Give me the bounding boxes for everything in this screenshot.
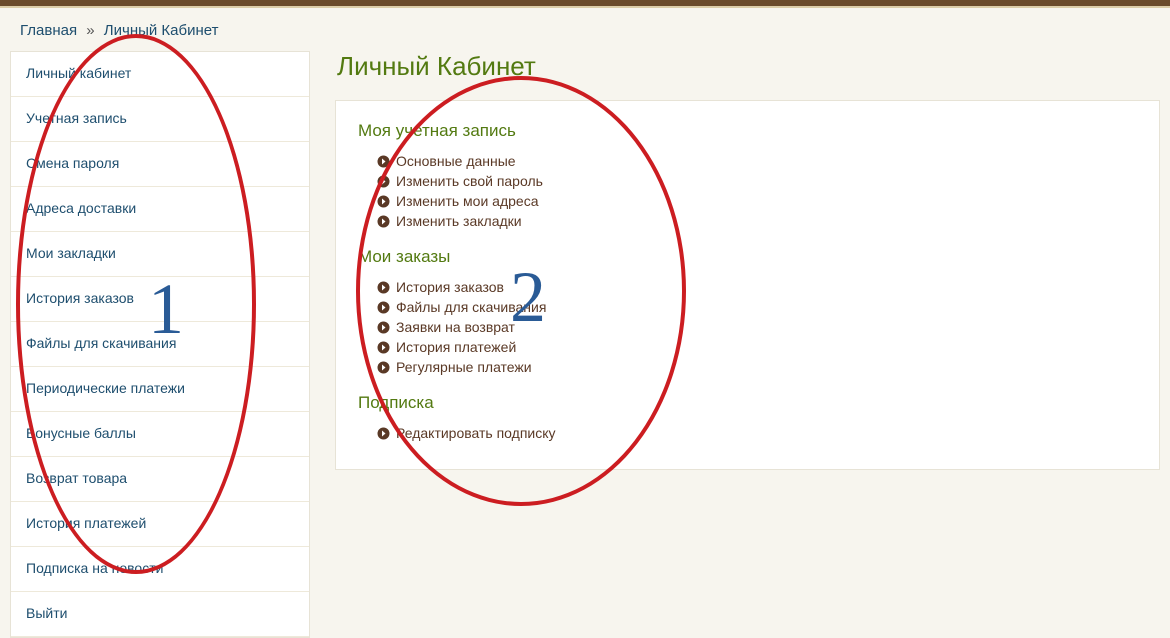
sidebar-item-link[interactable]: Личный кабинет <box>26 65 131 81</box>
sidebar-item-link[interactable]: Подписка на новости <box>26 560 163 576</box>
sidebar-item-8[interactable]: Бонусные баллы <box>11 412 309 457</box>
sidebar-item-2[interactable]: Смена пароля <box>11 142 309 187</box>
section-title-1: Мои заказы <box>358 247 1137 267</box>
sidebar-item-4[interactable]: Мои закладки <box>11 232 309 277</box>
sidebar-item-9[interactable]: Возврат товара <box>11 457 309 502</box>
section-links-0: Основные данные Изменить свой пароль Измен… <box>358 151 1137 231</box>
section-link[interactable]: Регулярные платежи <box>396 359 532 375</box>
section-link[interactable]: Заявки на возврат <box>396 319 515 335</box>
section-links-2: Редактировать подписку <box>358 423 1137 443</box>
list-item: История заказов <box>376 277 1137 297</box>
list-item: Основные данные <box>376 151 1137 171</box>
sidebar-item-link[interactable]: Выйти <box>26 605 67 621</box>
section-title-2: Подписка <box>358 393 1137 413</box>
sidebar-item-1[interactable]: Учетная запись <box>11 97 309 142</box>
chevron-circle-right-icon <box>376 360 390 374</box>
section-link[interactable]: История платежей <box>396 339 516 355</box>
chevron-circle-right-icon <box>376 320 390 334</box>
sidebar-item-5[interactable]: История заказов <box>11 277 309 322</box>
sidebar-item-3[interactable]: Адреса доставки <box>11 187 309 232</box>
sidebar-item-link[interactable]: Периодические платежи <box>26 380 185 396</box>
main-content: Личный Кабинет Моя учетная запись Основны… <box>335 51 1160 638</box>
sidebar-item-link[interactable]: История платежей <box>26 515 146 531</box>
sidebar-item-link[interactable]: Файлы для скачивания <box>26 335 176 351</box>
chevron-circle-right-icon <box>376 214 390 228</box>
sidebar-item-link[interactable]: Смена пароля <box>26 155 119 171</box>
section-title-0: Моя учетная запись <box>358 121 1137 141</box>
chevron-circle-right-icon <box>376 426 390 440</box>
section-link[interactable]: Редактировать подписку <box>396 425 556 441</box>
sidebar: Личный кабинет Учетная запись Смена пароля… <box>10 51 310 638</box>
section-link[interactable]: Изменить свой пароль <box>396 173 543 189</box>
list-item: Файлы для скачивания <box>376 297 1137 317</box>
chevron-circle-right-icon <box>376 340 390 354</box>
sidebar-item-6[interactable]: Файлы для скачивания <box>11 322 309 367</box>
section-link[interactable]: Изменить мои адреса <box>396 193 538 209</box>
breadcrumb-sep-icon: » <box>86 22 94 39</box>
section-link[interactable]: Файлы для скачивания <box>396 299 546 315</box>
account-panel: Моя учетная запись Основные данные Изменит… <box>335 100 1160 470</box>
top-bar <box>0 0 1170 8</box>
sidebar-item-link[interactable]: Возврат товара <box>26 470 127 486</box>
sidebar-item-link[interactable]: Адреса доставки <box>26 200 136 216</box>
breadcrumb-home-link[interactable]: Главная <box>20 22 77 39</box>
section-link[interactable]: Основные данные <box>396 153 516 169</box>
list-item: Изменить закладки <box>376 211 1137 231</box>
section-link[interactable]: Изменить закладки <box>396 213 522 229</box>
chevron-circle-right-icon <box>376 280 390 294</box>
chevron-circle-right-icon <box>376 300 390 314</box>
sidebar-item-0[interactable]: Личный кабинет <box>11 52 309 97</box>
chevron-circle-right-icon <box>376 154 390 168</box>
list-item: Изменить свой пароль <box>376 171 1137 191</box>
sidebar-item-link[interactable]: Мои закладки <box>26 245 116 261</box>
chevron-circle-right-icon <box>376 194 390 208</box>
sidebar-item-link[interactable]: История заказов <box>26 290 134 306</box>
list-item: Заявки на возврат <box>376 317 1137 337</box>
list-item: Редактировать подписку <box>376 423 1137 443</box>
list-item: Регулярные платежи <box>376 357 1137 377</box>
list-item: История платежей <box>376 337 1137 357</box>
sidebar-item-link[interactable]: Бонусные баллы <box>26 425 136 441</box>
sidebar-item-12[interactable]: Выйти <box>11 592 309 637</box>
chevron-circle-right-icon <box>376 174 390 188</box>
list-item: Изменить мои адреса <box>376 191 1137 211</box>
section-link[interactable]: История заказов <box>396 279 504 295</box>
sidebar-item-link[interactable]: Учетная запись <box>26 110 127 126</box>
section-links-1: История заказов Файлы для скачивания Заявк… <box>358 277 1137 377</box>
sidebar-item-10[interactable]: История платежей <box>11 502 309 547</box>
breadcrumb-current-link[interactable]: Личный Кабинет <box>104 22 219 39</box>
sidebar-item-11[interactable]: Подписка на новости <box>11 547 309 592</box>
page-title: Личный Кабинет <box>335 51 1160 82</box>
sidebar-item-7[interactable]: Периодические платежи <box>11 367 309 412</box>
breadcrumb: Главная » Личный Кабинет <box>0 8 1170 51</box>
